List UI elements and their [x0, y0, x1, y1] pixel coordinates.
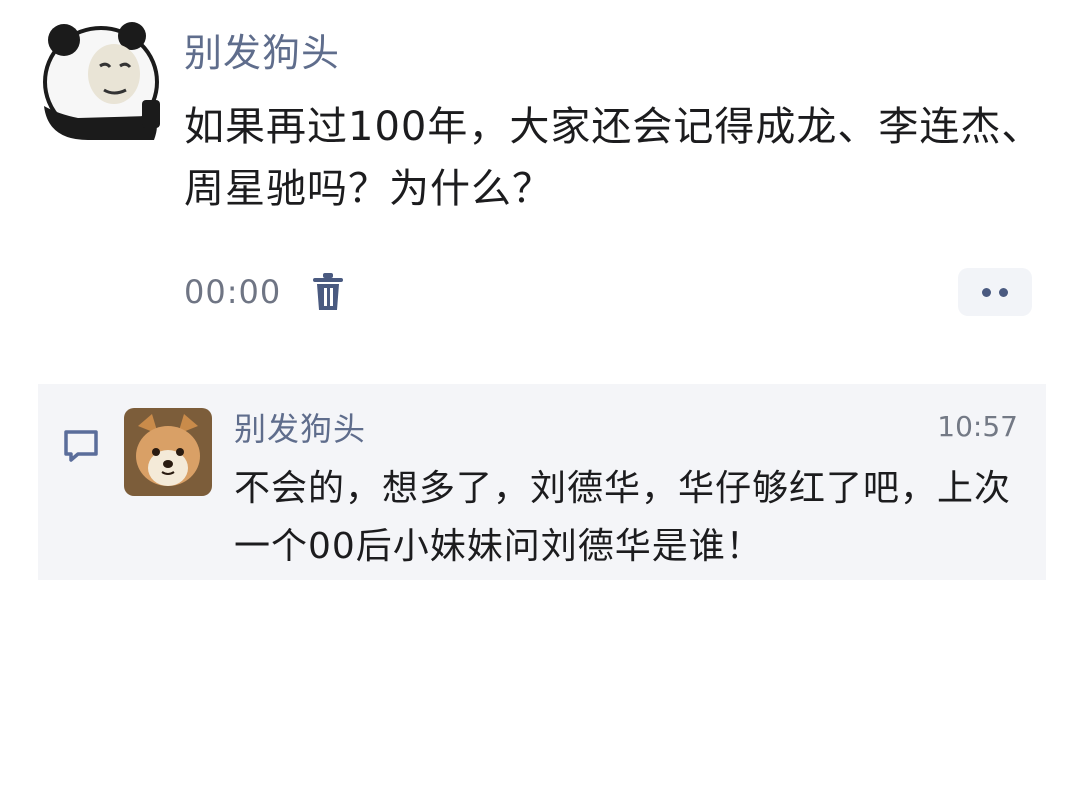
post-meta-row: 00:00	[184, 270, 345, 314]
shiba-dog-icon	[124, 408, 212, 496]
reply-author-name[interactable]: 别发狗头	[234, 404, 366, 450]
reply-comment: 别发狗头 10:57 不会的，想多了，刘德华，华仔够红了吧，上次一个00后小妹妹…	[38, 384, 1046, 580]
post-author-name[interactable]: 别发狗头	[184, 22, 340, 77]
more-dots-icon	[982, 287, 991, 297]
comment-bubble-icon[interactable]	[62, 428, 100, 464]
shiba-dog-avatar[interactable]	[124, 408, 212, 496]
more-options-button[interactable]	[958, 268, 1032, 316]
panda-avatar[interactable]	[38, 18, 164, 144]
reply-text: 不会的，想多了，刘德华，华仔够红了吧，上次一个00后小妹妹问刘德华是谁！	[234, 468, 1012, 567]
question-post: 别发狗头 如果再过100年，大家还会记得成龙、李连杰、周星驰吗？为什么？ 00:…	[0, 0, 1080, 340]
trash-icon[interactable]	[311, 272, 345, 312]
reply-timestamp: 10:57	[937, 410, 1018, 443]
post-timestamp: 00:00	[184, 273, 282, 311]
more-dots-icon	[999, 287, 1008, 297]
post-question-text: 如果再过100年，大家还会记得成龙、李连杰、周星驰吗？为什么？	[184, 104, 1043, 212]
panda-meme-icon	[43, 22, 160, 140]
